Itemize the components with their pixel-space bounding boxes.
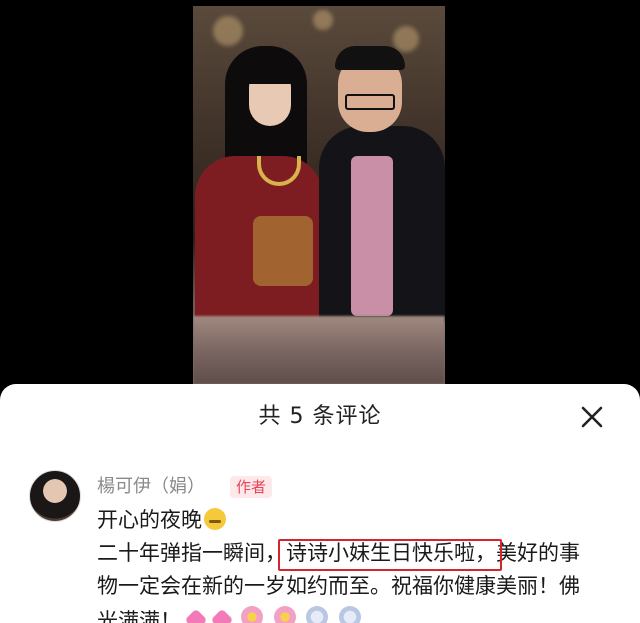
comments-count-title: 共 5 条评论 <box>258 404 382 429</box>
author-badge: 作者 <box>230 476 273 498</box>
flower-icon <box>273 606 296 623</box>
comments-panel: 共 5 条评论 楊可伊（娟） 作者 开心的夜晚 二十年弹指一瞬间，诗诗小妹生日快… <box>0 384 640 623</box>
comment-text: 开心的夜晚 二十年弹指一瞬间，诗诗小妹生日快乐啦， 美好的事 物一定会在新的一岁如… <box>97 504 617 623</box>
heart-icon <box>184 608 208 623</box>
comment-line-1: 开心的夜晚 <box>97 504 617 537</box>
comment-username[interactable]: 楊可伊（娟） <box>97 474 205 500</box>
heart-icon <box>211 608 234 623</box>
comment-line-3: 物一定会在新的一岁如约而至。祝福你健康美丽！佛 <box>97 574 580 598</box>
comments-header: 共 5 条评论 <box>0 384 640 450</box>
highlighted-text: 诗诗小妹生日快乐啦， <box>278 539 502 571</box>
comment-line-4: 光满满！ <box>97 603 617 623</box>
post-photo[interactable] <box>193 6 445 384</box>
comment-line-1-text: 开心的夜晚 <box>97 508 202 532</box>
sparkle-icon <box>339 606 362 623</box>
close-button[interactable] <box>580 405 604 429</box>
highlighted-text-content: 诗诗小妹生日快乐啦， <box>286 541 496 565</box>
avatar[interactable] <box>29 470 81 522</box>
flower-icon <box>241 606 264 623</box>
sleepy-face-icon <box>204 508 226 530</box>
comment-line-2: 二十年弹指一瞬间，诗诗小妹生日快乐啦， 美好的事 <box>97 537 617 571</box>
comment-line-4-text: 光满满！ <box>97 609 181 623</box>
comment-line-2-post: 美好的事 <box>496 541 580 565</box>
comment-line-2-pre: 二十年弹指一瞬间， <box>97 541 286 565</box>
close-icon <box>581 406 603 428</box>
sparkle-icon <box>306 606 329 623</box>
post-image-area <box>0 0 640 390</box>
